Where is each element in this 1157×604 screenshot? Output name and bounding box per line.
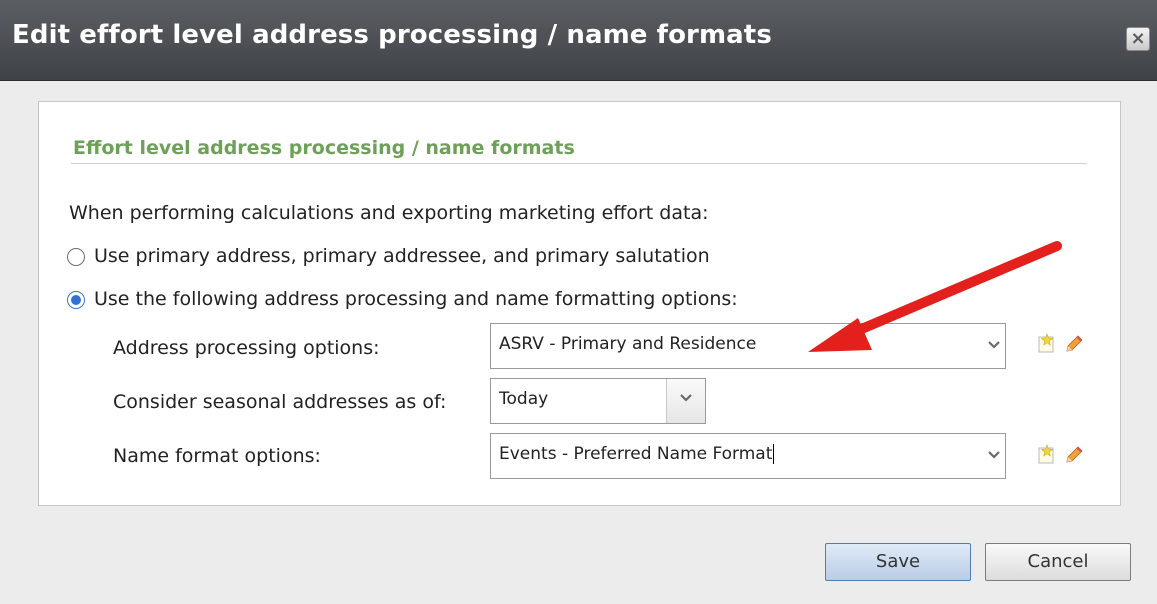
annotation-arrow [808, 241, 1062, 352]
